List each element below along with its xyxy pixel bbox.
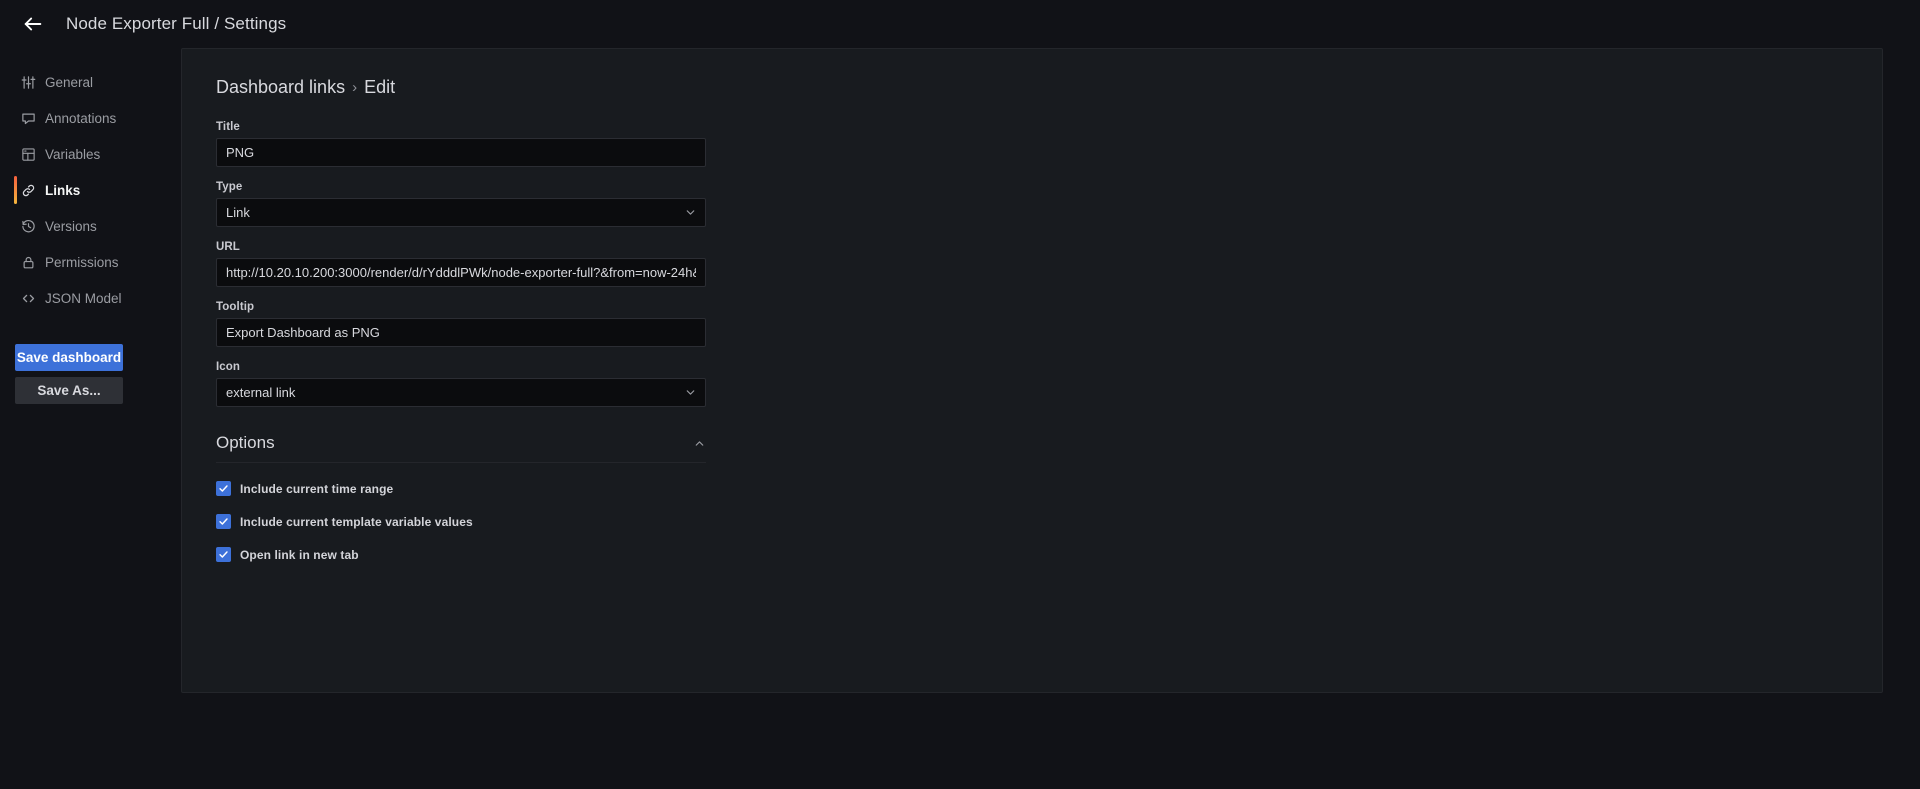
- sidebar-item-general[interactable]: General: [0, 64, 181, 100]
- check-icon: [219, 518, 228, 525]
- options-section-header[interactable]: Options: [216, 433, 706, 463]
- sidebar-item-links[interactable]: Links: [0, 172, 181, 208]
- icon-select-wrap: [216, 378, 706, 407]
- link-icon: [20, 182, 36, 198]
- field-icon: Icon: [216, 361, 706, 407]
- table-icon: [20, 146, 36, 162]
- type-select-wrap: [216, 198, 706, 227]
- sidebar-item-label: Annotations: [45, 110, 117, 126]
- links-edit-panel: Dashboard links › Edit Title Type URL: [181, 48, 1883, 693]
- save-button-group: Save dashboard Save As...: [0, 344, 181, 404]
- sidebar-item-label: General: [45, 74, 94, 90]
- history-icon: [20, 218, 36, 234]
- checkbox-label: Include current time range: [240, 481, 394, 496]
- sidebar-item-permissions[interactable]: Permissions: [0, 244, 181, 280]
- breadcrumb: Dashboard links › Edit: [216, 77, 1882, 98]
- checkbox-box[interactable]: [216, 547, 231, 562]
- sidebar-item-variables[interactable]: Variables: [0, 136, 181, 172]
- breadcrumb-parent[interactable]: Dashboard links: [216, 77, 345, 98]
- save-dashboard-button[interactable]: Save dashboard: [15, 344, 123, 371]
- code-icon: [20, 290, 36, 306]
- field-title: Title: [216, 121, 706, 167]
- tooltip-label: Tooltip: [216, 301, 255, 313]
- type-select[interactable]: [216, 198, 706, 227]
- check-icon: [219, 551, 228, 558]
- lock-icon: [20, 254, 36, 270]
- tooltip-input[interactable]: [216, 318, 706, 347]
- options-heading: Options: [216, 433, 275, 452]
- breadcrumb-separator: ›: [352, 79, 358, 96]
- url-label: URL: [216, 241, 240, 253]
- field-tooltip: Tooltip: [216, 301, 706, 347]
- checkbox-label: Open link in new tab: [240, 547, 359, 562]
- checkbox-include-template-variables[interactable]: Include current template variable values: [216, 514, 636, 529]
- title-label: Title: [216, 121, 240, 133]
- sidebar-item-label: Permissions: [45, 254, 119, 270]
- sidebar-item-label: Versions: [45, 218, 97, 234]
- sidebar-item-versions[interactable]: Versions: [0, 208, 181, 244]
- field-type: Type: [216, 181, 706, 227]
- back-button[interactable]: [18, 9, 48, 39]
- checkbox-include-time-range[interactable]: Include current time range: [216, 481, 636, 496]
- sidebar-item-label: Variables: [45, 146, 101, 162]
- sidebar-item-label: Links: [45, 182, 81, 198]
- settings-sidebar: General Annotations Variables Links Vers…: [0, 48, 181, 404]
- comment-icon: [20, 110, 36, 126]
- arrow-left-icon: [22, 13, 44, 35]
- page-title: Node Exporter Full / Settings: [66, 14, 287, 33]
- save-as-button[interactable]: Save As...: [15, 377, 123, 404]
- checkbox-open-link-new-tab[interactable]: Open link in new tab: [216, 547, 636, 562]
- breadcrumb-current: Edit: [364, 77, 396, 97]
- title-input[interactable]: [216, 138, 706, 167]
- sidebar-item-label: JSON Model: [45, 290, 122, 306]
- sidebar-item-annotations[interactable]: Annotations: [0, 100, 181, 136]
- type-label: Type: [216, 181, 243, 193]
- checkbox-label: Include current template variable values: [240, 514, 473, 529]
- chevron-up-icon: [693, 437, 706, 450]
- checkbox-box[interactable]: [216, 514, 231, 529]
- icon-select[interactable]: [216, 378, 706, 407]
- sidebar-item-json-model[interactable]: JSON Model: [0, 280, 181, 316]
- top-bar: Node Exporter Full / Settings: [0, 0, 1920, 48]
- checkbox-box[interactable]: [216, 481, 231, 496]
- field-url: URL: [216, 241, 706, 287]
- check-icon: [219, 485, 228, 492]
- sliders-icon: [20, 74, 36, 90]
- url-input[interactable]: [216, 258, 706, 287]
- settings-layout: General Annotations Variables Links Vers…: [0, 48, 1920, 789]
- icon-label: Icon: [216, 361, 241, 373]
